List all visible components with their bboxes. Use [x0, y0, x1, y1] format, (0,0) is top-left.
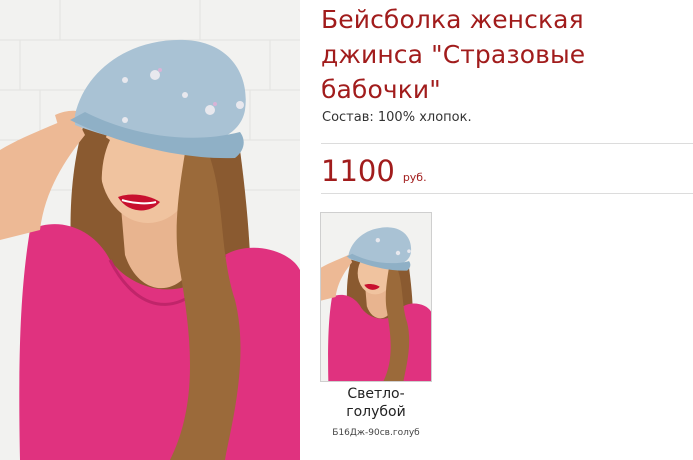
variant-sku: Б16Дж-90св.голуб: [332, 428, 420, 438]
product-price: 1100: [321, 154, 395, 188]
price-currency: руб.: [402, 171, 427, 184]
divider: [321, 193, 693, 194]
product-title: Бейсболка женская джинса "Стразовые бабо…: [321, 5, 586, 104]
product-main-image[interactable]: [0, 0, 300, 460]
variant-color-name: Светло-голубой: [346, 386, 406, 420]
price-block: 1100 руб.: [321, 153, 427, 189]
product-composition: Состав: 100% хлопок.: [322, 110, 472, 125]
variant-thumbnail[interactable]: [320, 212, 432, 382]
divider: [321, 143, 693, 144]
color-variant-swatch[interactable]: Светло-голубой Б16Дж-90св.голуб: [320, 212, 432, 438]
